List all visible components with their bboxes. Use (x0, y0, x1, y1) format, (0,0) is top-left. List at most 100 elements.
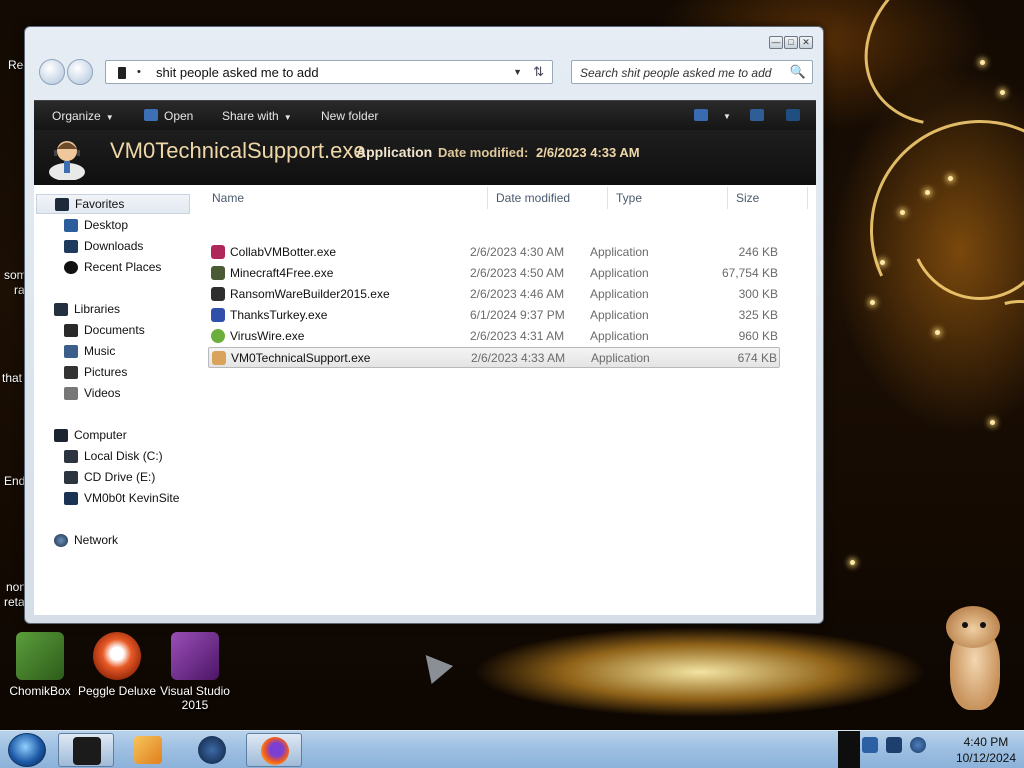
nav-item-network-drive[interactable]: VM0b0t KevinSite (64, 488, 179, 508)
chevron-down-icon: ▼ (105, 113, 114, 122)
view-options-dropdown-icon[interactable]: ▼ (718, 108, 731, 122)
nav-item-favorites[interactable]: Favorites (36, 194, 190, 214)
column-header-size[interactable]: Size (736, 191, 759, 205)
address-history-dropdown-icon[interactable]: ▼ (513, 67, 522, 77)
share-with-button[interactable]: Share with ▼ (222, 109, 292, 123)
nav-item-cd-drive[interactable]: CD Drive (E:) (64, 467, 155, 487)
file-type: Application (590, 329, 649, 343)
nav-item-pictures[interactable]: Pictures (64, 362, 127, 382)
minimize-button[interactable]: — (769, 36, 783, 49)
navigation-pane: Favorites Desktop Downloads Recent Place… (34, 185, 202, 615)
help-icon[interactable] (786, 109, 800, 121)
show-desktop-button[interactable] (838, 731, 860, 768)
taskbar-button-media-player[interactable] (120, 733, 176, 767)
nav-item-downloads[interactable]: Downloads (64, 236, 143, 256)
preview-pane-icon[interactable] (750, 109, 764, 121)
start-button[interactable] (8, 733, 46, 767)
file-name: Minecraft4Free.exe (230, 266, 334, 280)
nav-label: Desktop (84, 218, 129, 232)
open-button[interactable]: Open (164, 109, 193, 123)
nav-label: Downloads (84, 239, 144, 253)
content-area: Favorites Desktop Downloads Recent Place… (34, 185, 816, 615)
nav-item-documents[interactable]: Documents (64, 320, 145, 340)
file-row[interactable]: ThanksTurkey.exe 6/1/2024 9:37 PM Applic… (208, 305, 780, 326)
file-date: 2/6/2023 4:46 AM (470, 287, 565, 301)
network-globe-icon (54, 533, 68, 547)
app-icon-tech-support (212, 351, 226, 365)
nav-item-recent-places[interactable]: Recent Places (64, 257, 161, 277)
desktop-icon-label: Peggle Deluxe (77, 684, 157, 698)
file-row[interactable]: VirusWire.exe 2/6/2023 4:31 AM Applicati… (208, 326, 780, 347)
nav-label: Local Disk (C:) (84, 449, 163, 463)
file-row[interactable]: RansomWareBuilder2015.exe 2/6/2023 4:46 … (208, 284, 780, 305)
column-divider[interactable] (607, 187, 608, 209)
breadcrumb-current-folder[interactable]: shit people asked me to add (156, 65, 319, 80)
nav-label: Pictures (84, 365, 128, 379)
nav-label: VM0b0t KevinSite (84, 491, 180, 505)
address-bar[interactable]: • shit people asked me to add ▼ ⇅ (105, 60, 553, 84)
maximize-button[interactable]: □ (784, 36, 798, 49)
file-row-selected[interactable]: VM0TechnicalSupport.exe 2/6/2023 4:33 AM… (208, 347, 780, 368)
star-icon (55, 197, 69, 211)
change-view-icon[interactable] (694, 109, 708, 121)
column-header-date-modified[interactable]: Date modified (496, 191, 570, 205)
taskbar-button-firefox[interactable] (246, 733, 302, 767)
nav-item-network[interactable]: Network (54, 530, 118, 550)
cd-drive-icon (64, 470, 78, 484)
back-button[interactable] (39, 59, 65, 85)
tray-volume-icon[interactable] (910, 737, 926, 753)
nav-item-local-disk[interactable]: Local Disk (C:) (64, 446, 163, 466)
column-divider[interactable] (727, 187, 728, 209)
file-size: 246 KB (738, 245, 778, 259)
tray-network-icon[interactable] (886, 737, 902, 753)
file-date: 2/6/2023 4:30 AM (470, 245, 565, 259)
app-icon-ransomware-builder (211, 287, 225, 301)
nav-item-videos[interactable]: Videos (64, 383, 120, 403)
command-toolbar: Organize ▼ Open Share with ▼ New folder ▼ (34, 100, 816, 130)
organize-button[interactable]: Organize ▼ (52, 109, 114, 123)
search-input[interactable]: Search shit people asked me to add 🔍 (571, 60, 813, 84)
music-icon (64, 344, 78, 358)
file-size: 67,754 KB (721, 266, 778, 280)
close-button[interactable]: ✕ (799, 36, 813, 49)
desktop-icon-visual-studio[interactable]: Visual Studio 2015 (155, 632, 235, 712)
search-icon[interactable]: 🔍 (790, 64, 806, 80)
nav-item-libraries[interactable]: Libraries (54, 299, 120, 319)
folder-crumb-icon[interactable] (118, 67, 126, 79)
nav-item-desktop[interactable]: Desktop (64, 215, 128, 235)
nav-label: Computer (74, 428, 127, 442)
hamster-desktop-pet[interactable] (944, 606, 1004, 710)
column-header-type[interactable]: Type (616, 191, 642, 205)
column-divider[interactable] (487, 187, 488, 209)
desktop-icon-chomikbox[interactable]: ChomikBox (0, 632, 80, 698)
nav-item-computer[interactable]: Computer (54, 425, 127, 445)
file-name: VirusWire.exe (230, 329, 305, 343)
desktop-text-fragment: reta (4, 595, 25, 609)
file-type: Application (590, 308, 649, 322)
videos-icon (64, 386, 78, 400)
nav-label: Recent Places (84, 260, 162, 274)
tray-app-icon[interactable] (862, 737, 878, 753)
taskbar-button-browser[interactable] (184, 733, 240, 767)
desktop-icon-peggle[interactable]: Peggle Deluxe (77, 632, 157, 698)
file-name: VM0TechnicalSupport.exe (231, 351, 371, 365)
file-date: 2/6/2023 4:31 AM (470, 329, 565, 343)
new-folder-button[interactable]: New folder (321, 109, 378, 123)
forward-button[interactable] (67, 59, 93, 85)
taskbar-button-explorer[interactable] (58, 733, 114, 767)
explorer-window-icon (73, 737, 101, 765)
file-type: Application (590, 266, 649, 280)
column-header-name[interactable]: Name (212, 191, 244, 205)
breadcrumb-separator[interactable]: • (137, 66, 141, 78)
nav-item-music[interactable]: Music (64, 341, 115, 361)
nav-label: Documents (84, 323, 145, 337)
system-clock[interactable]: 4:40 PM 10/12/2024 (956, 734, 1016, 766)
firefox-icon (261, 737, 289, 765)
refresh-icon[interactable]: ⇅ (533, 64, 544, 80)
file-name: ThanksTurkey.exe (230, 308, 328, 322)
desktop-icon-label: ChomikBox (9, 684, 71, 698)
desktop-icon (64, 218, 78, 232)
file-row[interactable]: CollabVMBotter.exe 2/6/2023 4:30 AM Appl… (208, 242, 780, 263)
file-row[interactable]: Minecraft4Free.exe 2/6/2023 4:50 AM Appl… (208, 263, 780, 284)
column-divider[interactable] (807, 187, 808, 209)
